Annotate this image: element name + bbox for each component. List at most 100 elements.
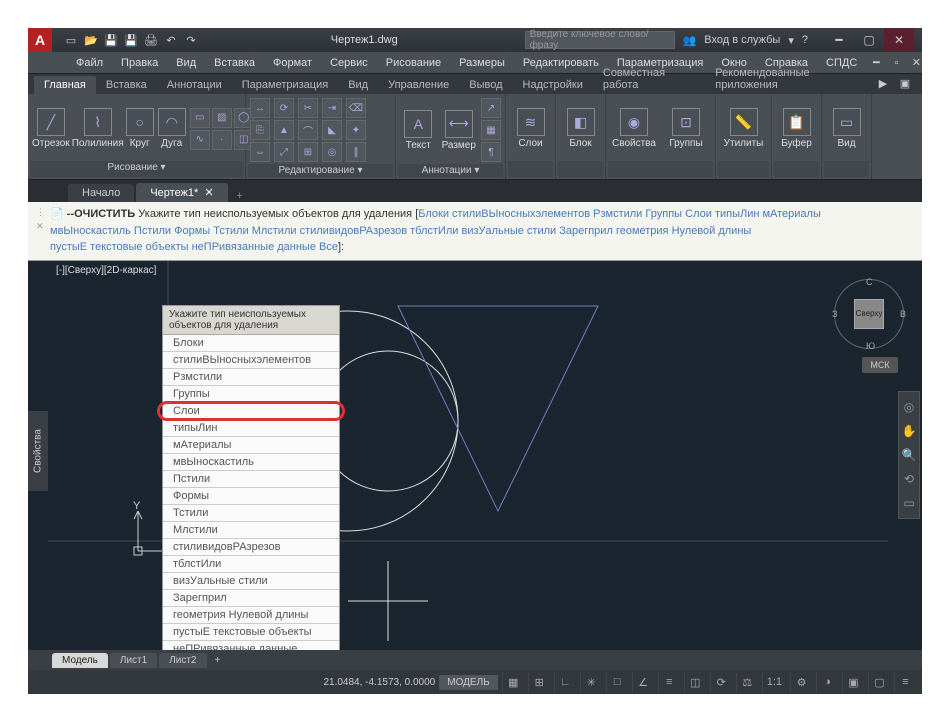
ribbon-tab-addins[interactable]: Надстройки bbox=[513, 76, 593, 94]
text-button[interactable]: AТекст bbox=[400, 100, 437, 160]
orbit-icon[interactable]: ⟲ bbox=[900, 470, 918, 488]
popup-item[interactable]: Блоки bbox=[163, 335, 339, 352]
close-button[interactable]: ✕ bbox=[884, 28, 914, 52]
popup-item[interactable]: типыЛин bbox=[163, 420, 339, 437]
move-icon[interactable]: ↔ bbox=[250, 98, 270, 118]
ribbon-tab-annotate[interactable]: Аннотации bbox=[157, 76, 232, 94]
popup-item[interactable]: Слои bbox=[163, 403, 339, 420]
view-button[interactable]: ▭Вид bbox=[826, 99, 867, 159]
redo-icon[interactable]: ↷ bbox=[182, 31, 200, 49]
transparency-icon[interactable]: ◫ bbox=[684, 672, 706, 692]
new-icon[interactable]: ▭ bbox=[62, 31, 80, 49]
ribbon-tab-output[interactable]: Вывод bbox=[459, 76, 512, 94]
ribbon-tab-manage[interactable]: Управление bbox=[378, 76, 459, 94]
cmd-handle-icon[interactable]: ⋮✕ bbox=[36, 206, 50, 256]
saveas-icon[interactable]: 💾 bbox=[122, 31, 140, 49]
scale-icon[interactable]: ⤢ bbox=[274, 142, 294, 162]
popup-item[interactable]: тблстИли bbox=[163, 556, 339, 573]
customize-icon[interactable]: ≡ bbox=[894, 672, 916, 692]
popup-item[interactable]: неПРивязанные данные bbox=[163, 641, 339, 651]
popup-item[interactable]: Группы bbox=[163, 386, 339, 403]
menu-insert[interactable]: Вставка bbox=[206, 55, 263, 71]
menu-draw[interactable]: Рисование bbox=[378, 55, 449, 71]
ribbon-tab-view[interactable]: Вид bbox=[338, 76, 378, 94]
ribbon-tab-collab[interactable]: Совместная работа bbox=[593, 64, 705, 94]
utilities-button[interactable]: 📏Утилиты bbox=[720, 99, 767, 159]
layout-tab-sheet2[interactable]: Лист2 bbox=[159, 653, 206, 668]
block-button[interactable]: ◧Блок bbox=[560, 99, 601, 159]
layers-button[interactable]: ≋Слои bbox=[510, 99, 551, 159]
rect-icon[interactable]: ▭ bbox=[190, 108, 210, 128]
viewcube-face[interactable]: Сверху bbox=[854, 299, 884, 329]
leader-icon[interactable]: ↗ bbox=[481, 98, 501, 118]
popup-item[interactable]: стиливидовРАзрезов bbox=[163, 539, 339, 556]
popup-item[interactable]: Тстили bbox=[163, 505, 339, 522]
plot-icon[interactable]: 🖨 bbox=[142, 31, 160, 49]
line-button[interactable]: ╱Отрезок bbox=[32, 99, 70, 159]
zoom-icon[interactable]: 🔍 bbox=[900, 446, 918, 464]
polyline-button[interactable]: ⌇Полилиния bbox=[74, 99, 122, 159]
menu-format[interactable]: Формат bbox=[265, 55, 320, 71]
cycling-icon[interactable]: ⟳ bbox=[710, 672, 732, 692]
panel-ann-title[interactable]: Аннотации ▾ bbox=[398, 164, 503, 177]
popup-item[interactable]: Пстили bbox=[163, 471, 339, 488]
ribbon-play-icon[interactable]: ▶ bbox=[874, 74, 892, 92]
save-icon[interactable]: 💾 bbox=[102, 31, 120, 49]
layout-tab-sheet1[interactable]: Лист1 bbox=[110, 653, 157, 668]
menu-edit[interactable]: Правка bbox=[113, 55, 166, 71]
maximize-button[interactable]: ▢ bbox=[854, 28, 884, 52]
circle-button[interactable]: ○Круг bbox=[126, 99, 154, 159]
cart-icon[interactable]: ▾ bbox=[788, 34, 794, 47]
scale-display[interactable]: 1:1 bbox=[762, 672, 786, 692]
lineweight-icon[interactable]: ≡ bbox=[658, 672, 680, 692]
dim-button[interactable]: ⟷Размер bbox=[441, 100, 478, 160]
mirror-icon[interactable]: ▲ bbox=[274, 120, 294, 140]
popup-item[interactable]: мАтериалы bbox=[163, 437, 339, 454]
menu-dim[interactable]: Размеры bbox=[451, 55, 513, 71]
coordinates-display[interactable]: 21.0484, -4.1573, 0.0000 bbox=[323, 677, 435, 688]
ribbon-tab-featured[interactable]: Рекомендованные приложения bbox=[705, 64, 872, 94]
popup-item[interactable]: Млстили bbox=[163, 522, 339, 539]
layout-add-button[interactable]: + bbox=[209, 655, 227, 666]
popup-item[interactable]: Рзмстили bbox=[163, 369, 339, 386]
popup-item[interactable]: геометрия Нулевой длины bbox=[163, 607, 339, 624]
app-logo[interactable]: A bbox=[28, 28, 52, 52]
panel-modify-title[interactable]: Редактирование ▾ bbox=[248, 164, 393, 177]
command-line[interactable]: ⋮✕ 📄 --ОЧИСТИТЬ Укажите тип неиспользуем… bbox=[28, 202, 922, 261]
viewcube-south[interactable]: Ю bbox=[866, 341, 875, 351]
mdi-restore-icon[interactable]: ▫ bbox=[887, 54, 905, 72]
help-search-input[interactable]: Введите ключевое слово/фразу bbox=[525, 31, 675, 49]
props-button[interactable]: ◉Свойства bbox=[610, 99, 658, 159]
isolate-icon[interactable]: ◑ bbox=[816, 672, 838, 692]
nav-wheel-icon[interactable]: ◎ bbox=[900, 398, 918, 416]
clipboard-button[interactable]: 📋Буфер bbox=[776, 99, 817, 159]
gear-icon[interactable]: ⚙ bbox=[790, 672, 812, 692]
spline-icon[interactable]: ∿ bbox=[190, 130, 210, 150]
hardware-icon[interactable]: ▣ bbox=[842, 672, 864, 692]
extend-icon[interactable]: ⇥ bbox=[322, 98, 342, 118]
undo-icon[interactable]: ↶ bbox=[162, 31, 180, 49]
groups-button[interactable]: ⊡Группы bbox=[662, 99, 710, 159]
tab-close-icon[interactable]: ✕ bbox=[204, 186, 213, 199]
ortho-icon[interactable]: ∟ bbox=[554, 672, 576, 692]
rotate-icon[interactable]: ⟳ bbox=[274, 98, 294, 118]
ribbon-collapse-icon[interactable]: ▣ bbox=[896, 74, 914, 92]
tab-start[interactable]: Начало bbox=[68, 184, 134, 202]
viewcube-west[interactable]: З bbox=[832, 309, 837, 319]
popup-item[interactable]: визУальные стили bbox=[163, 573, 339, 590]
model-space-button[interactable]: МОДЕЛЬ bbox=[439, 675, 497, 690]
snap-icon[interactable]: ⊞ bbox=[528, 672, 550, 692]
popup-item[interactable]: мвЫноскастиль bbox=[163, 454, 339, 471]
viewcube-north[interactable]: С bbox=[866, 277, 873, 287]
popup-item[interactable]: Формы bbox=[163, 488, 339, 505]
copy-icon[interactable]: ⎘ bbox=[250, 120, 270, 140]
point-icon[interactable]: · bbox=[212, 130, 232, 150]
menu-view[interactable]: Вид bbox=[168, 55, 204, 71]
hatch-icon[interactable]: ▨ bbox=[212, 108, 232, 128]
ribbon-tab-home[interactable]: Главная bbox=[34, 76, 96, 94]
arc-button[interactable]: ◠Дуга bbox=[158, 99, 186, 159]
help-icon[interactable]: ? bbox=[802, 34, 808, 46]
login-label[interactable]: Вход в службы bbox=[704, 34, 780, 46]
popup-item[interactable]: стилиВЫносныхэлементов bbox=[163, 352, 339, 369]
mtext-icon[interactable]: ¶ bbox=[481, 142, 501, 162]
